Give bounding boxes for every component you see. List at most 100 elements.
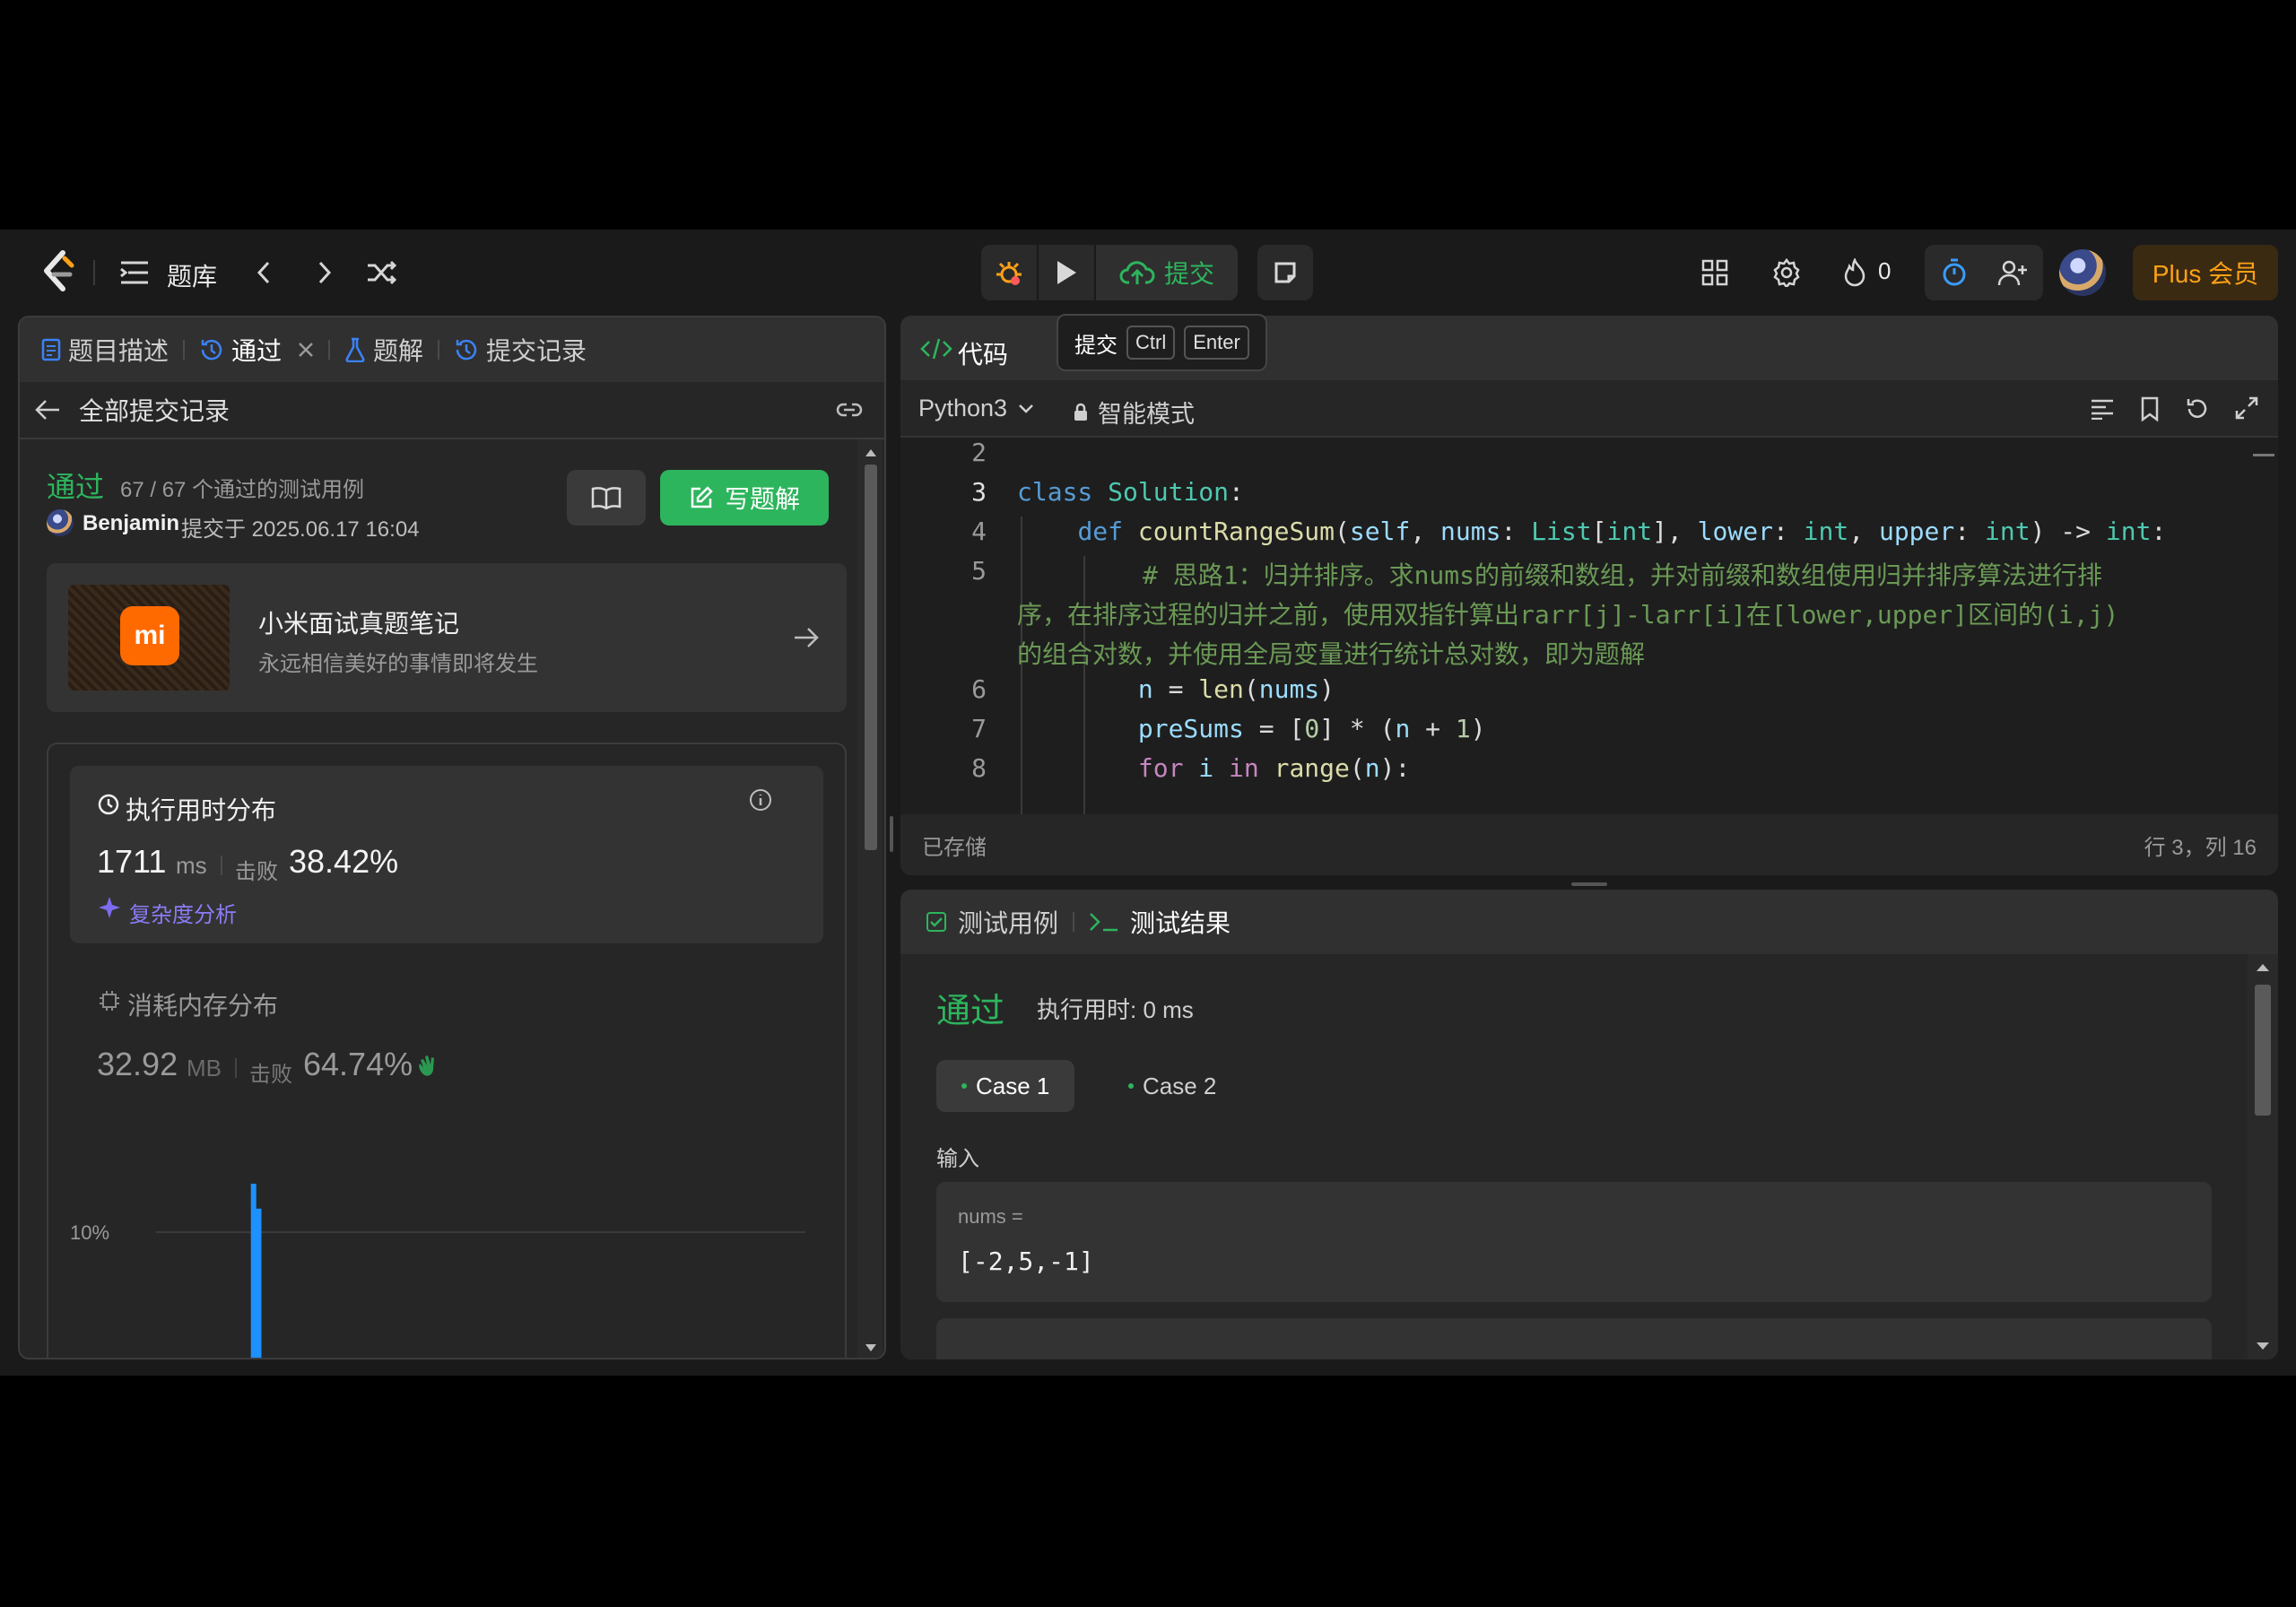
scroll-down-icon[interactable] xyxy=(2256,1342,2270,1351)
lock-icon xyxy=(1074,403,1087,421)
line-number: 7 xyxy=(971,714,987,743)
ctrl-key: Ctrl xyxy=(1126,326,1176,360)
cursor-position: 行 3，列 16 xyxy=(2144,835,2257,860)
input-box xyxy=(936,1318,2212,1359)
language-select[interactable]: Python3 xyxy=(918,395,1034,422)
plus-membership-button[interactable]: Plus 会员 xyxy=(2133,245,2278,300)
tab-code[interactable]: 代码 xyxy=(958,335,1008,371)
test-result-panel: 测试用例 测试结果 通过 执行用时: 0 ms Case 1 Case 2 输入… xyxy=(900,890,2278,1359)
tab-solutions[interactable]: 题解 xyxy=(344,332,438,368)
book-button[interactable] xyxy=(567,470,646,526)
bookmark-icon[interactable] xyxy=(2140,396,2160,421)
settings-gear-icon[interactable] xyxy=(1765,251,1808,294)
code-line: class Solution: xyxy=(1017,477,1244,507)
divider xyxy=(438,340,440,360)
vertical-resize-handle[interactable] xyxy=(890,816,893,852)
timer-button[interactable] xyxy=(1925,245,1984,300)
promo-card[interactable]: mi 小米面试真题笔记 永远相信美好的事情即将发生 xyxy=(47,563,847,712)
scroll-down-icon[interactable] xyxy=(865,1343,877,1352)
all-submissions-link[interactable]: 全部提交记录 xyxy=(79,392,230,428)
memory-value: 32.92 xyxy=(97,1046,178,1082)
line-number: 5 xyxy=(971,556,987,586)
tab-accepted[interactable]: 通过 xyxy=(199,332,328,368)
code-editor-panel: 代码 Python3 智能模式 2 3 4 5 6 7 8 class Solu… xyxy=(900,316,2278,875)
chevron-right-icon[interactable] xyxy=(307,255,343,291)
divider xyxy=(183,340,186,360)
runtime-distribution-chart: 10% 5% xyxy=(70,1184,805,1359)
add-user-icon xyxy=(1997,260,2027,286)
bug-icon xyxy=(996,262,1022,285)
chart-bar[interactable] xyxy=(256,1208,262,1359)
scroll-up-icon[interactable] xyxy=(865,448,877,457)
shuffle-icon[interactable] xyxy=(362,255,402,291)
horizontal-resize-handle[interactable] xyxy=(1571,882,1607,886)
tab-test-result[interactable]: 测试结果 xyxy=(1089,904,1245,940)
expand-icon[interactable] xyxy=(2235,396,2258,420)
memory-unit: MB xyxy=(187,1055,222,1081)
submit-shortcut-tooltip: 提交 Ctrl Enter xyxy=(1057,314,1267,371)
tab-description[interactable]: 题目描述 xyxy=(41,332,183,368)
scroll-up-icon[interactable] xyxy=(2256,963,2270,972)
variable-name: nums = xyxy=(958,1205,1023,1228)
scroll-thumb[interactable] xyxy=(865,465,877,850)
code-comment-line: 序，在排序过程的归并之前，使用双指针算出rarr[j]-larr[i]在[low… xyxy=(1017,600,2119,630)
line-number: 2 xyxy=(971,438,987,467)
runtime-value: 1711 xyxy=(97,843,167,880)
note-button[interactable] xyxy=(1257,245,1313,300)
complexity-analysis-link[interactable]: 复杂度分析 xyxy=(129,897,237,928)
smart-mode-toggle[interactable]: 智能模式 xyxy=(1073,395,1195,430)
status-accepted: 通过 xyxy=(47,471,105,503)
arrow-right-icon[interactable] xyxy=(793,626,820,649)
leetcode-logo-icon[interactable] xyxy=(38,249,79,294)
tab-testcase[interactable]: 测试用例 xyxy=(926,904,1073,940)
problem-bank-link[interactable]: 题库 xyxy=(167,257,217,293)
debug-button[interactable] xyxy=(981,245,1037,300)
app-window: 题库 提交 0 Plus 会员 题目描述 通过 题解 提交记录 全部提交记录 通… xyxy=(0,230,2296,1376)
info-icon[interactable] xyxy=(748,787,773,812)
user-avatar[interactable] xyxy=(2059,249,2106,296)
saved-status: 已存储 xyxy=(922,835,987,860)
right-scrollbar[interactable] xyxy=(2248,954,2278,1359)
result-status: 通过 xyxy=(936,993,1005,1030)
enter-key: Enter xyxy=(1184,326,1249,360)
username[interactable]: Benjamin xyxy=(83,511,179,536)
left-scrollbar[interactable] xyxy=(857,439,883,1358)
sparkle-icon xyxy=(99,897,120,918)
chart-bar[interactable] xyxy=(250,1184,257,1359)
reset-icon[interactable] xyxy=(2185,396,2210,421)
scroll-thumb[interactable] xyxy=(2255,985,2271,1116)
runtime-unit: ms xyxy=(176,852,207,879)
divider xyxy=(1073,912,1075,932)
list-icon[interactable] xyxy=(117,255,152,291)
note-icon xyxy=(1274,262,1296,283)
invite-button[interactable] xyxy=(1984,245,2043,300)
submit-button[interactable]: 提交 xyxy=(1096,245,1238,300)
runtime-box[interactable]: 执行用时分布 1711 ms 击败 38.42% 复杂度分析 xyxy=(70,766,823,943)
minimap-marker xyxy=(2253,454,2274,456)
pass-dot xyxy=(961,1083,967,1089)
code-line: preSums = [0] * (n + 1) xyxy=(1137,714,1486,743)
y-tick-label: 10% xyxy=(70,1221,109,1244)
code-line: for i in range(n): xyxy=(1137,753,1411,783)
chart-bars xyxy=(250,1184,262,1359)
variable-value: [-2,5,-1] xyxy=(958,1247,1094,1276)
format-icon[interactable] xyxy=(2090,398,2115,420)
chevron-down-icon xyxy=(1019,404,1033,413)
write-solution-button[interactable]: 写题解 xyxy=(660,470,829,526)
chevron-left-icon[interactable] xyxy=(246,255,282,291)
run-button[interactable] xyxy=(1039,245,1094,300)
submit-label: 提交 xyxy=(1163,260,1214,288)
close-icon[interactable] xyxy=(298,342,314,358)
stats-card: 执行用时分布 1711 ms 击败 38.42% 复杂度分析 消耗内存分布 32… xyxy=(47,743,847,1359)
code-area[interactable]: 2 3 4 5 6 7 8 class Solution: def countR… xyxy=(900,438,2278,814)
link-icon[interactable] xyxy=(834,399,865,421)
arrow-left-icon[interactable] xyxy=(34,398,61,421)
left-tabs: 题目描述 通过 题解 提交记录 xyxy=(20,317,884,382)
case-1-tab[interactable]: Case 1 xyxy=(936,1060,1075,1112)
layout-icon[interactable] xyxy=(1693,251,1736,294)
case-2-tab[interactable]: Case 2 xyxy=(1103,1060,1241,1112)
line-number: 6 xyxy=(971,674,987,704)
streak-flame-icon[interactable] xyxy=(1833,251,1876,294)
history-icon xyxy=(201,339,222,360)
tab-submissions[interactable]: 提交记录 xyxy=(454,332,601,368)
